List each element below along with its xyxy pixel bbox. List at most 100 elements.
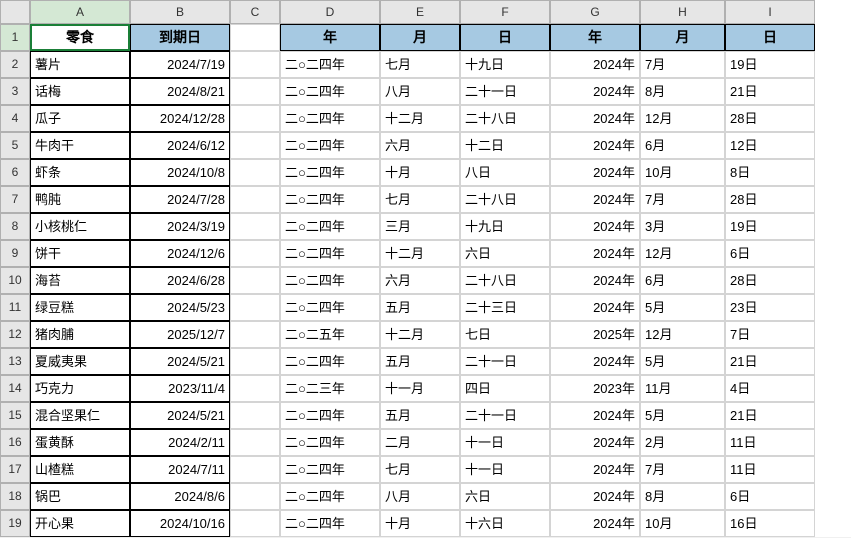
cell-D6[interactable]: 二○二四年 [280, 159, 380, 186]
cell-A15[interactable]: 混合坚果仁 [30, 402, 130, 429]
cell-C10[interactable] [230, 267, 280, 294]
col-head-G[interactable]: G [550, 0, 640, 24]
cell-B12[interactable]: 2025/12/7 [130, 321, 230, 348]
cell-F12[interactable]: 七日 [460, 321, 550, 348]
cell-C11[interactable] [230, 294, 280, 321]
row-head-17[interactable]: 17 [0, 456, 30, 483]
row-head-15[interactable]: 15 [0, 402, 30, 429]
select-all-corner[interactable] [0, 0, 30, 24]
cell-A4[interactable]: 瓜子 [30, 105, 130, 132]
cell-B14[interactable]: 2023/11/4 [130, 375, 230, 402]
cell-G9[interactable]: 2024年 [550, 240, 640, 267]
row-head-7[interactable]: 7 [0, 186, 30, 213]
cell-I9[interactable]: 6日 [725, 240, 815, 267]
cell-F10[interactable]: 二十八日 [460, 267, 550, 294]
cell-G15[interactable]: 2024年 [550, 402, 640, 429]
cell-E14[interactable]: 十一月 [380, 375, 460, 402]
cell-A19[interactable]: 开心果 [30, 510, 130, 537]
cell-A17[interactable]: 山楂糕 [30, 456, 130, 483]
col-head-C[interactable]: C [230, 0, 280, 24]
cell-B2[interactable]: 2024/7/19 [130, 51, 230, 78]
col-head-E[interactable]: E [380, 0, 460, 24]
col-head-H[interactable]: H [640, 0, 725, 24]
cell-A12[interactable]: 猪肉脯 [30, 321, 130, 348]
cell-C19[interactable] [230, 510, 280, 537]
cell-H9[interactable]: 12月 [640, 240, 725, 267]
cell-I13[interactable]: 21日 [725, 348, 815, 375]
cell-I16[interactable]: 11日 [725, 429, 815, 456]
cell-C9[interactable] [230, 240, 280, 267]
cell-D13[interactable]: 二○二四年 [280, 348, 380, 375]
cell-E7[interactable]: 七月 [380, 186, 460, 213]
cell-G13[interactable]: 2024年 [550, 348, 640, 375]
row-head-5[interactable]: 5 [0, 132, 30, 159]
cell-D1[interactable]: 年 [280, 24, 380, 51]
cell-C6[interactable] [230, 159, 280, 186]
spreadsheet-grid[interactable]: ABCDEFGHI1零食到期日年月日年月日2薯片2024/7/19二○二四年七月… [0, 0, 851, 537]
cell-A14[interactable]: 巧克力 [30, 375, 130, 402]
cell-B3[interactable]: 2024/8/21 [130, 78, 230, 105]
cell-F5[interactable]: 十二日 [460, 132, 550, 159]
cell-H8[interactable]: 3月 [640, 213, 725, 240]
cell-B15[interactable]: 2024/5/21 [130, 402, 230, 429]
cell-G7[interactable]: 2024年 [550, 186, 640, 213]
cell-B13[interactable]: 2024/5/21 [130, 348, 230, 375]
cell-C18[interactable] [230, 483, 280, 510]
row-head-16[interactable]: 16 [0, 429, 30, 456]
cell-D9[interactable]: 二○二四年 [280, 240, 380, 267]
cell-F6[interactable]: 八日 [460, 159, 550, 186]
cell-A16[interactable]: 蛋黄酥 [30, 429, 130, 456]
cell-A11[interactable]: 绿豆糕 [30, 294, 130, 321]
cell-D17[interactable]: 二○二四年 [280, 456, 380, 483]
cell-D15[interactable]: 二○二四年 [280, 402, 380, 429]
row-head-2[interactable]: 2 [0, 51, 30, 78]
cell-A8[interactable]: 小核桃仁 [30, 213, 130, 240]
cell-H6[interactable]: 10月 [640, 159, 725, 186]
cell-F17[interactable]: 十一日 [460, 456, 550, 483]
cell-I19[interactable]: 16日 [725, 510, 815, 537]
cell-F18[interactable]: 六日 [460, 483, 550, 510]
cell-H15[interactable]: 5月 [640, 402, 725, 429]
cell-H7[interactable]: 7月 [640, 186, 725, 213]
row-head-6[interactable]: 6 [0, 159, 30, 186]
cell-C5[interactable] [230, 132, 280, 159]
cell-G1[interactable]: 年 [550, 24, 640, 51]
cell-B18[interactable]: 2024/8/6 [130, 483, 230, 510]
cell-G17[interactable]: 2024年 [550, 456, 640, 483]
cell-D8[interactable]: 二○二四年 [280, 213, 380, 240]
cell-C4[interactable] [230, 105, 280, 132]
cell-A5[interactable]: 牛肉干 [30, 132, 130, 159]
cell-F14[interactable]: 四日 [460, 375, 550, 402]
cell-G6[interactable]: 2024年 [550, 159, 640, 186]
cell-G12[interactable]: 2025年 [550, 321, 640, 348]
cell-A2[interactable]: 薯片 [30, 51, 130, 78]
cell-D11[interactable]: 二○二四年 [280, 294, 380, 321]
cell-C16[interactable] [230, 429, 280, 456]
cell-G2[interactable]: 2024年 [550, 51, 640, 78]
cell-G18[interactable]: 2024年 [550, 483, 640, 510]
cell-E6[interactable]: 十月 [380, 159, 460, 186]
cell-D7[interactable]: 二○二四年 [280, 186, 380, 213]
row-head-4[interactable]: 4 [0, 105, 30, 132]
cell-E13[interactable]: 五月 [380, 348, 460, 375]
cell-B8[interactable]: 2024/3/19 [130, 213, 230, 240]
cell-H2[interactable]: 7月 [640, 51, 725, 78]
cell-C2[interactable] [230, 51, 280, 78]
cell-B1[interactable]: 到期日 [130, 24, 230, 51]
cell-G4[interactable]: 2024年 [550, 105, 640, 132]
cell-A6[interactable]: 虾条 [30, 159, 130, 186]
row-head-11[interactable]: 11 [0, 294, 30, 321]
cell-G14[interactable]: 2023年 [550, 375, 640, 402]
cell-A3[interactable]: 话梅 [30, 78, 130, 105]
cell-B6[interactable]: 2024/10/8 [130, 159, 230, 186]
cell-G10[interactable]: 2024年 [550, 267, 640, 294]
cell-C12[interactable] [230, 321, 280, 348]
cell-H14[interactable]: 11月 [640, 375, 725, 402]
cell-B19[interactable]: 2024/10/16 [130, 510, 230, 537]
cell-F16[interactable]: 十一日 [460, 429, 550, 456]
cell-C17[interactable] [230, 456, 280, 483]
cell-E15[interactable]: 五月 [380, 402, 460, 429]
cell-E9[interactable]: 十二月 [380, 240, 460, 267]
cell-F3[interactable]: 二十一日 [460, 78, 550, 105]
col-head-F[interactable]: F [460, 0, 550, 24]
